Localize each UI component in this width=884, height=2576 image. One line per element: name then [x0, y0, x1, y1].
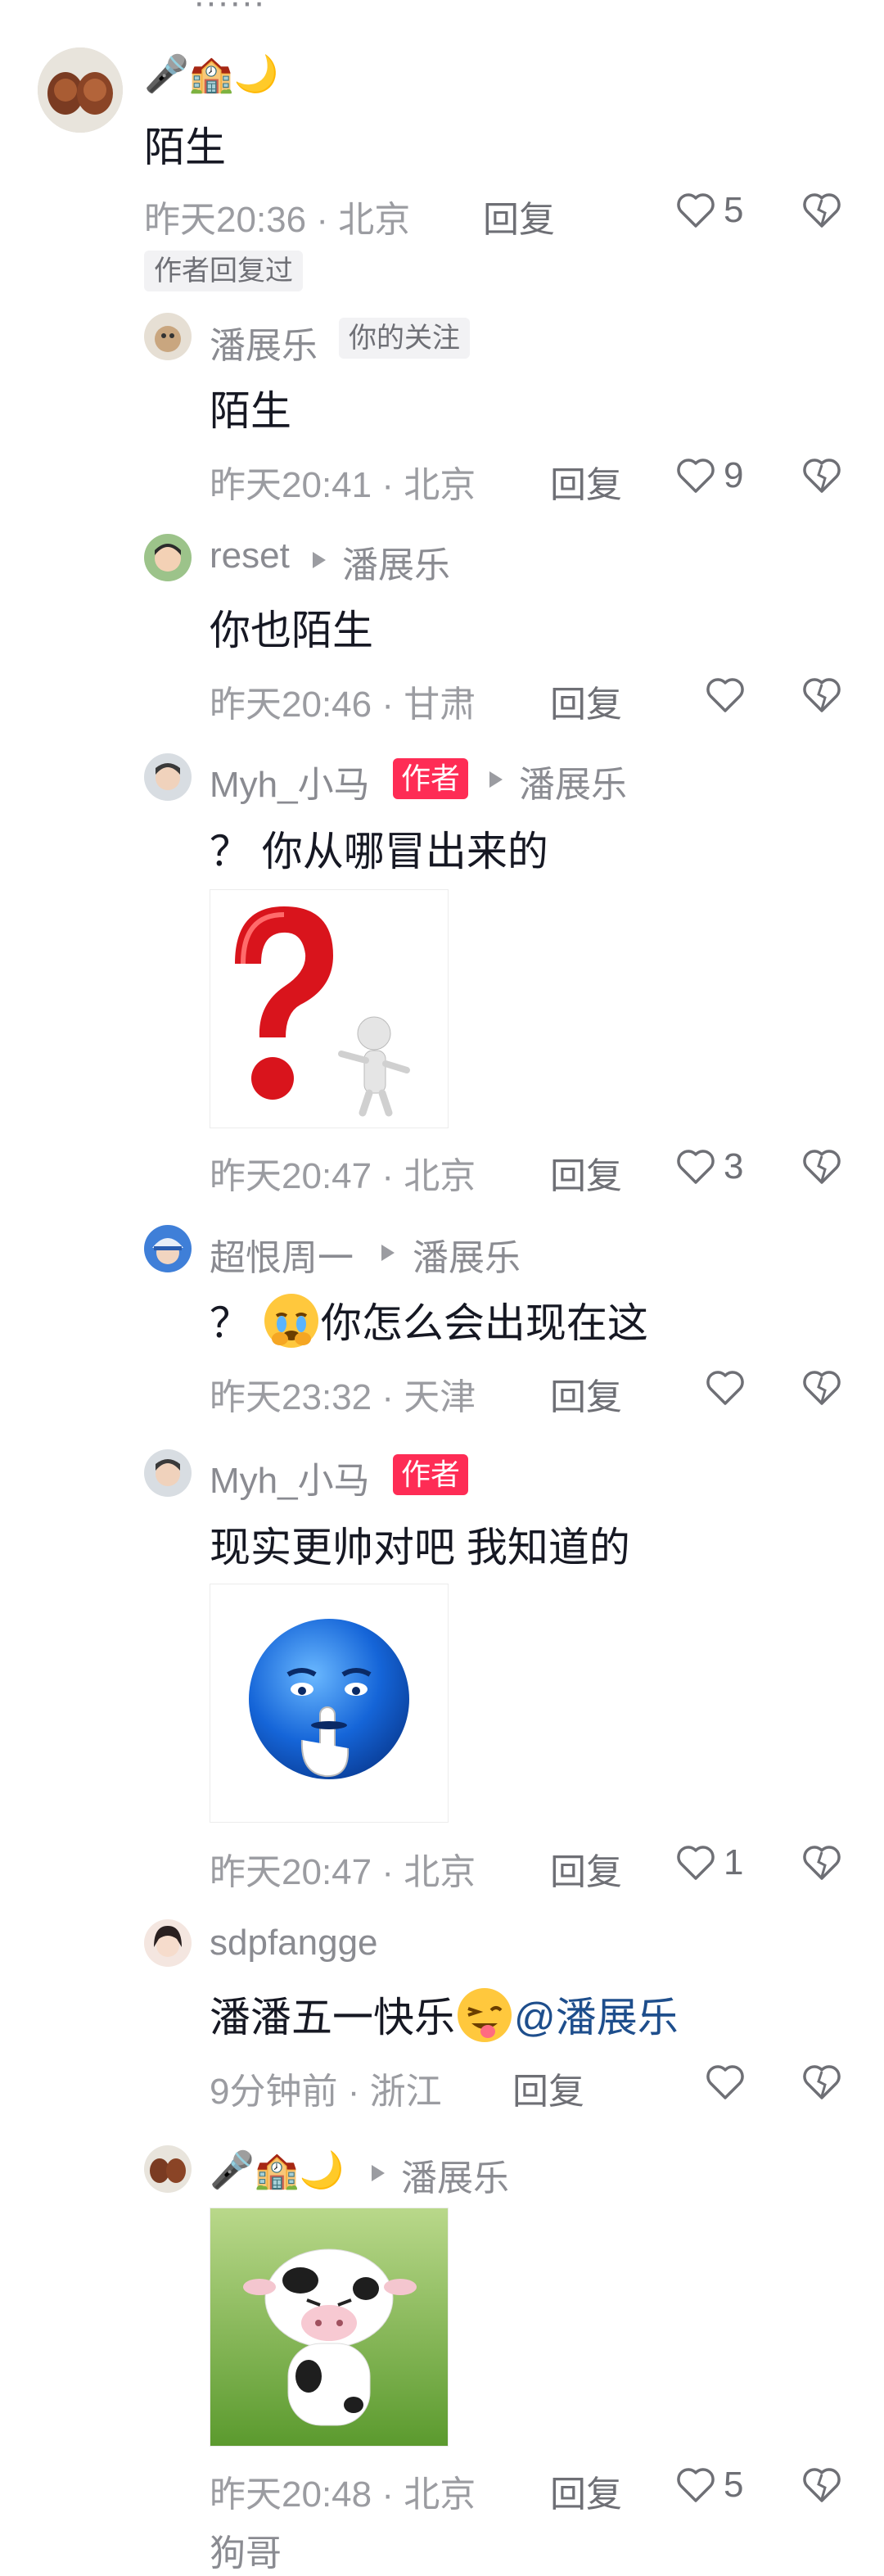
- comment-text: 现实更帅对吧 我知道的: [210, 1525, 630, 1570]
- comment-time-location: 昨天23:32 · 天津: [210, 1377, 476, 1417]
- reply-to-username[interactable]: 潘展乐: [413, 1228, 521, 1281]
- comment-text: 你也陌生: [210, 608, 373, 653]
- dislike-broken-heart-icon[interactable]: [802, 1844, 841, 1880]
- reply-to-arrow-icon: [489, 771, 503, 788]
- username[interactable]: Myh_小马: [210, 1451, 370, 1503]
- dislike-broken-heart-icon[interactable]: [802, 457, 841, 493]
- like-heart-icon[interactable]: [676, 457, 715, 493]
- reply-button[interactable]: 回复: [550, 675, 622, 727]
- avatar[interactable]: [144, 1449, 192, 1497]
- comment-time-location: 昨天20:47 · 北京: [210, 1156, 476, 1196]
- author-replied-badge: 作者回复过: [144, 251, 303, 291]
- username[interactable]: 🎤🏫🌙: [210, 2149, 344, 2191]
- like-heart-icon[interactable]: [706, 2063, 745, 2099]
- avatar[interactable]: [144, 753, 192, 801]
- like-count: 1: [724, 1842, 744, 1882]
- comment-text: ？ 你怎么会出现在这: [210, 1290, 648, 1350]
- like-heart-icon[interactable]: [676, 1844, 715, 1880]
- comment-time-location: 9分钟前 · 浙江: [210, 2072, 442, 2112]
- like-heart-icon[interactable]: [676, 192, 715, 228]
- cutoff-text-top: ······: [193, 0, 265, 22]
- reply-button[interactable]: 回复: [550, 455, 622, 508]
- reply-button[interactable]: 回复: [550, 1146, 622, 1199]
- reply-to-username[interactable]: 潘展乐: [342, 536, 450, 588]
- reply-to-arrow-icon: [381, 1245, 395, 1261]
- reply-button[interactable]: 回复: [512, 2062, 584, 2114]
- comment-time-location: 昨天20:47 · 北京: [210, 1852, 476, 1892]
- comment-text: ？ 你从哪冒出来的: [210, 829, 548, 874]
- reply-button[interactable]: 回复: [550, 1367, 622, 1420]
- author-badge: 作者: [393, 1454, 469, 1495]
- like-heart-icon[interactable]: [676, 1148, 715, 1184]
- reply-to-arrow-icon: [372, 2165, 385, 2181]
- dislike-broken-heart-icon[interactable]: [802, 1369, 841, 1405]
- dislike-broken-heart-icon[interactable]: [802, 676, 841, 712]
- like-count: 9: [724, 455, 744, 495]
- username[interactable]: 超恨周一: [210, 1228, 354, 1281]
- comment-time-location: 昨天20:48 · 北京: [210, 2474, 476, 2515]
- dislike-broken-heart-icon[interactable]: [802, 192, 841, 228]
- like-count: 5: [724, 190, 744, 230]
- comment-text-body: 潘潘五一快乐: [210, 1995, 455, 2040]
- comment-sticker-image[interactable]: [210, 2208, 449, 2447]
- comment-time-location: 昨天20:36 · 北京: [144, 200, 411, 240]
- reply-to-arrow-icon: [313, 552, 326, 568]
- crying-face-emoji-icon: [262, 1291, 321, 1350]
- avatar[interactable]: [144, 2145, 192, 2193]
- like-count: 5: [724, 2465, 744, 2505]
- dislike-broken-heart-icon[interactable]: [802, 2063, 841, 2099]
- following-tag: 你的关注: [339, 318, 470, 359]
- reply-to-username[interactable]: 潘展乐: [519, 755, 627, 807]
- comment-text: 陌生: [144, 124, 226, 170]
- comment-sticker-image[interactable]: [210, 889, 449, 1128]
- comment-sticker-image[interactable]: [210, 1584, 449, 1823]
- avatar[interactable]: [144, 1225, 192, 1272]
- avatar[interactable]: [144, 1919, 192, 1967]
- username[interactable]: Myh_小马: [210, 755, 370, 807]
- reply-button[interactable]: 回复: [550, 2465, 622, 2517]
- comment-text-body: 你怎么会出现在这: [320, 1300, 648, 1346]
- comment-time-location: 昨天20:46 · 甘肃: [210, 685, 476, 725]
- avatar[interactable]: [144, 313, 192, 360]
- avatar[interactable]: [144, 534, 192, 581]
- username[interactable]: reset: [210, 536, 290, 576]
- winking-tongue-emoji-icon: [455, 1986, 514, 2045]
- username[interactable]: sdpfangge: [210, 1923, 378, 1964]
- comment-time-location: 昨天20:41 · 北京: [210, 465, 476, 505]
- comment-text: 陌生: [210, 388, 291, 434]
- like-heart-icon[interactable]: [706, 1369, 745, 1405]
- avatar[interactable]: [38, 47, 123, 133]
- username-cutoff: 狗哥: [210, 2533, 282, 2574]
- author-badge: 作者: [393, 758, 469, 799]
- reply-button[interactable]: 回复: [550, 1842, 622, 1895]
- like-heart-icon[interactable]: [676, 2466, 715, 2502]
- comment-text-prefix: ？: [210, 1300, 262, 1346]
- reply-button[interactable]: 回复: [483, 190, 555, 242]
- like-heart-icon[interactable]: [706, 676, 745, 712]
- username[interactable]: 🎤🏫🌙: [144, 52, 278, 95]
- like-count: 3: [724, 1146, 744, 1186]
- username[interactable]: 潘展乐: [210, 316, 318, 368]
- mention-link[interactable]: @潘展乐: [514, 1995, 679, 2040]
- dislike-broken-heart-icon[interactable]: [802, 2466, 841, 2502]
- comment-text: 潘潘五一快乐 @潘展乐: [210, 1985, 679, 2045]
- reply-to-username[interactable]: 潘展乐: [401, 2149, 509, 2201]
- dislike-broken-heart-icon[interactable]: [802, 1148, 841, 1184]
